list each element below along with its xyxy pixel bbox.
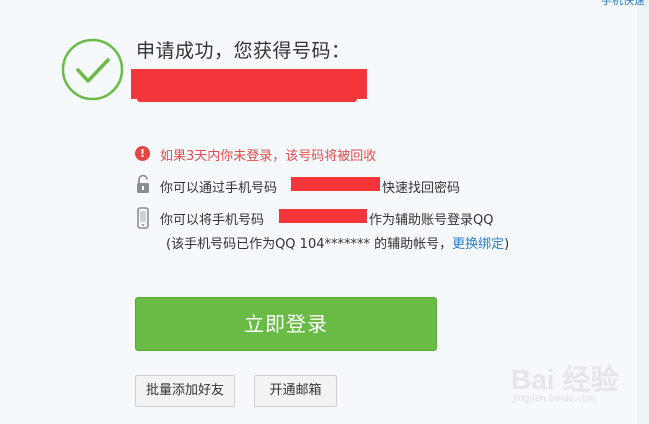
- add-friends-button[interactable]: 批量添加好友: [135, 375, 235, 407]
- change-binding-link[interactable]: 更换绑定: [452, 237, 504, 252]
- redacted-phone: [279, 209, 367, 223]
- exclamation-icon: !: [135, 146, 150, 161]
- lock-icon: [137, 174, 149, 193]
- redacted-number: [131, 69, 367, 102]
- aux-note-close: ): [504, 237, 510, 252]
- aux-note: (该手机号码已作为QQ 104******* 的辅助帐号，更换绑定): [166, 233, 509, 252]
- recover-text-before: 你可以通过手机号码: [160, 181, 278, 196]
- redacted-phone: [291, 177, 380, 191]
- aux-text-before: 你可以将手机号码: [160, 213, 265, 228]
- warning-text: 如果3天内你未登录，该号码将被回收: [160, 149, 377, 164]
- watermark-logo: Bai 经验: [511, 364, 619, 395]
- watermark: Bai 经验 jingyan.baidu.com: [511, 352, 621, 412]
- right-edge-panel: [637, 0, 649, 424]
- open-mail-button[interactable]: 开通邮箱: [254, 375, 337, 407]
- page-title: 申请成功，您获得号码：: [136, 40, 351, 62]
- login-button[interactable]: 立即登录: [135, 297, 437, 351]
- aux-note-text: (该手机号码已作为QQ 104******* 的辅助帐号，: [166, 237, 453, 252]
- phone-icon: [137, 207, 149, 229]
- aux-text-after: 作为辅助账号登录QQ: [369, 213, 494, 228]
- recover-text-after: 快速找回密码: [382, 181, 461, 196]
- success-check-icon: [61, 38, 124, 101]
- corner-link[interactable]: 手机快速: [601, 0, 645, 8]
- watermark-url: jingyan.baidu.com: [513, 394, 597, 404]
